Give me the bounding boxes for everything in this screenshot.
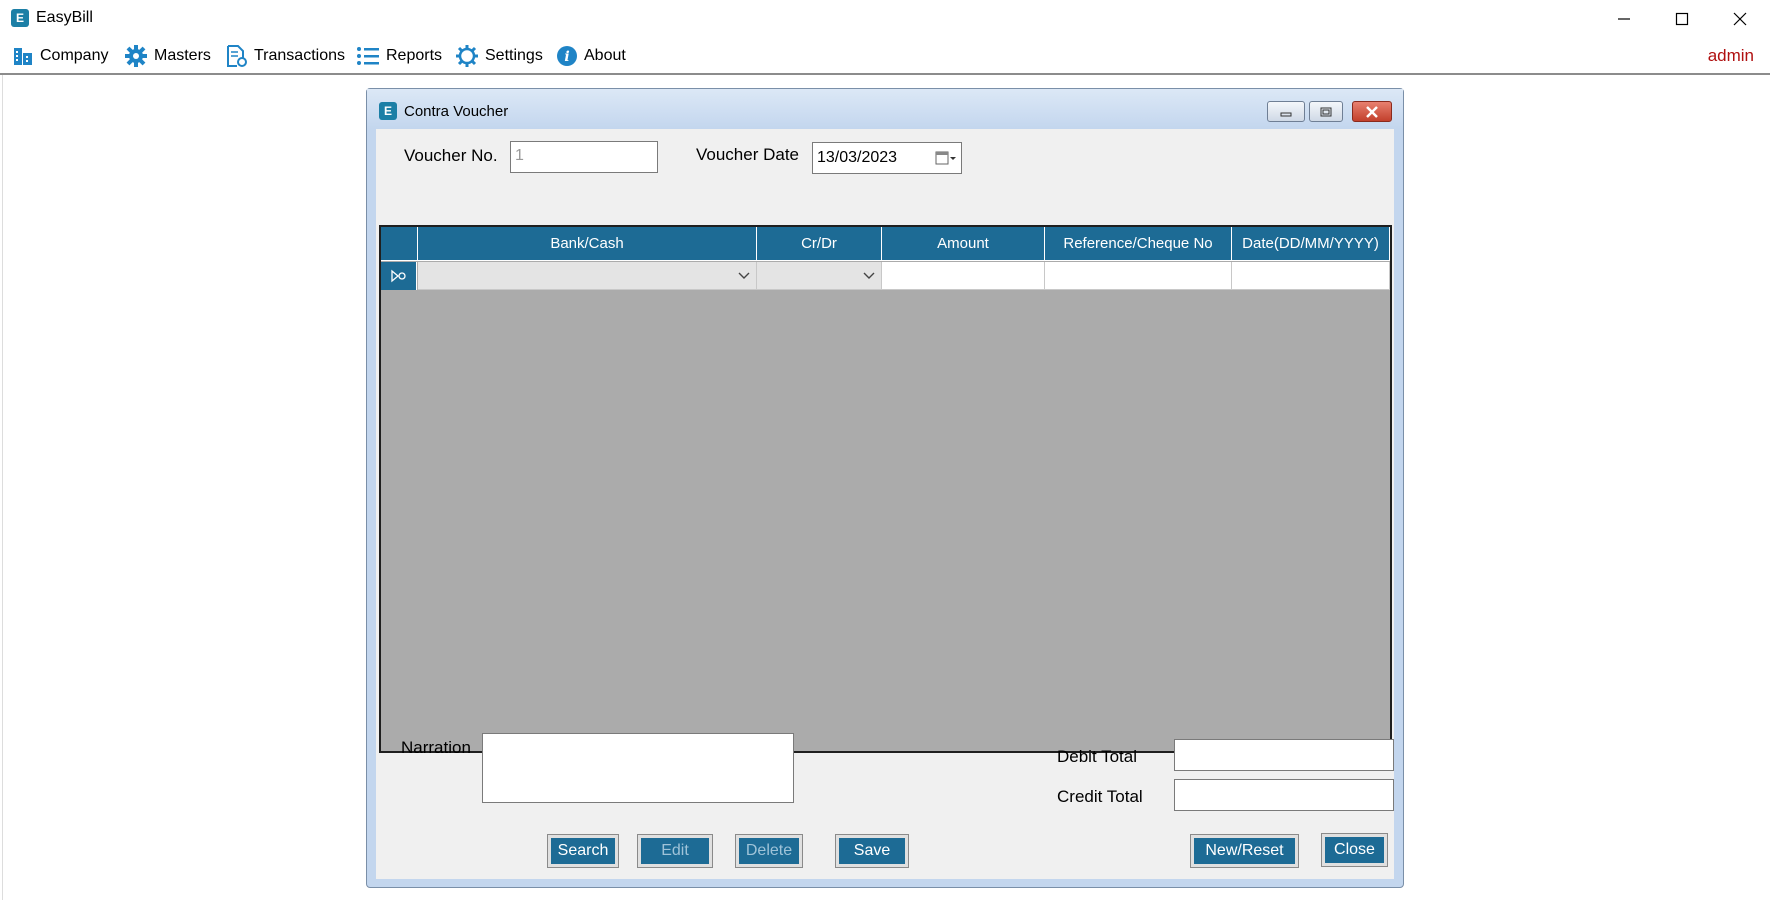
maximize-icon: [1675, 12, 1689, 25]
document-gear-icon: [227, 45, 247, 67]
edit-button[interactable]: Edit: [637, 834, 713, 868]
menu-transactions[interactable]: Transactions: [224, 44, 345, 68]
restore-icon: [1320, 107, 1332, 116]
new-reset-button[interactable]: New/Reset: [1190, 834, 1299, 868]
menu-settings[interactable]: Settings: [455, 44, 543, 68]
column-header-reference[interactable]: Reference/Cheque No: [1045, 227, 1232, 261]
voucher-date-picker[interactable]: 13/03/2023: [812, 142, 962, 174]
minimize-button[interactable]: [1595, 0, 1653, 37]
menu-company[interactable]: Company: [12, 44, 108, 68]
menu-about-label: About: [584, 47, 626, 64]
menu-about[interactable]: i About: [556, 44, 626, 68]
list-icon: [357, 47, 379, 65]
calendar-dropdown[interactable]: [935, 150, 957, 166]
contra-voucher-title-bar[interactable]: E Contra Voucher: [367, 89, 1403, 129]
menu-reports[interactable]: Reports: [356, 44, 442, 68]
cell-reference[interactable]: [1045, 262, 1232, 290]
calendar-icon: [935, 151, 956, 165]
contra-voucher-window: E Contra Voucher Voucher No. 1 Voucher D…: [366, 88, 1404, 888]
form-minimize-button[interactable]: [1267, 101, 1305, 122]
voucher-date-label: Voucher Date: [696, 145, 800, 164]
menu-transactions-label: Transactions: [254, 47, 345, 64]
credit-total-field[interactable]: [1174, 779, 1394, 811]
menu-bar: Company Masters Transactions Reports Set…: [0, 37, 1770, 75]
grid-corner-header: [381, 227, 418, 261]
minimize-icon: [1618, 17, 1630, 20]
delete-button[interactable]: Delete: [735, 834, 803, 868]
save-button[interactable]: Save: [835, 834, 909, 868]
maximize-button[interactable]: [1653, 0, 1711, 37]
menu-settings-label: Settings: [485, 47, 543, 64]
info-icon: i: [557, 46, 577, 66]
cell-date[interactable]: [1232, 262, 1390, 290]
column-header-cr-dr[interactable]: Cr/Dr: [757, 227, 882, 261]
current-user-label: admin: [1707, 46, 1754, 65]
settings-cog-icon: [456, 45, 478, 67]
chevron-down-icon[interactable]: [859, 265, 879, 287]
menu-masters-label: Masters: [154, 47, 211, 64]
app-logo-icon: E: [11, 9, 29, 27]
new-row-indicator[interactable]: [381, 262, 417, 290]
cell-amount[interactable]: [882, 262, 1045, 290]
menu-masters[interactable]: Masters: [124, 44, 211, 68]
cell-cr-dr[interactable]: [757, 262, 882, 290]
search-button[interactable]: Search: [547, 834, 619, 868]
debit-total-label: Debit Total: [1057, 747, 1138, 766]
close-icon: [1366, 105, 1378, 118]
close-window-button[interactable]: [1711, 0, 1769, 37]
close-button[interactable]: Close: [1321, 833, 1388, 867]
credit-total-label: Credit Total: [1057, 787, 1143, 806]
form-restore-button[interactable]: [1309, 101, 1343, 122]
column-header-amount[interactable]: Amount: [882, 227, 1045, 261]
menu-company-label: Company: [40, 47, 109, 64]
voucher-no-label: Voucher No.: [404, 146, 498, 165]
voucher-no-input[interactable]: 1: [510, 141, 658, 173]
narration-label: Narration: [401, 738, 471, 757]
form-logo-icon: E: [379, 102, 397, 120]
app-title: EasyBill: [36, 9, 93, 26]
narration-textarea[interactable]: [482, 733, 794, 803]
chevron-down-icon[interactable]: [734, 265, 754, 287]
new-row-icon: [390, 269, 406, 283]
menu-reports-label: Reports: [386, 47, 443, 64]
debit-total-field[interactable]: [1174, 739, 1394, 771]
voucher-entries-grid: Bank/Cash Cr/Dr Amount Reference/Cheque …: [379, 225, 1392, 753]
gear-icon: [125, 45, 147, 67]
form-body: Voucher No. 1 Voucher Date 13/03/2023 Ba…: [376, 129, 1394, 879]
minimize-icon: [1280, 112, 1292, 116]
column-header-date[interactable]: Date(DD/MM/YYYY): [1232, 227, 1390, 261]
voucher-date-value: 13/03/2023: [817, 149, 898, 166]
form-close-button[interactable]: [1352, 101, 1392, 122]
close-icon: [1733, 12, 1747, 25]
svg-text:i: i: [564, 49, 569, 65]
column-header-bank-cash[interactable]: Bank/Cash: [418, 227, 757, 261]
building-icon: [14, 48, 32, 65]
app-title-bar: E EasyBill: [0, 0, 1770, 37]
form-title: Contra Voucher: [404, 103, 509, 120]
cell-bank-cash[interactable]: [418, 262, 757, 290]
